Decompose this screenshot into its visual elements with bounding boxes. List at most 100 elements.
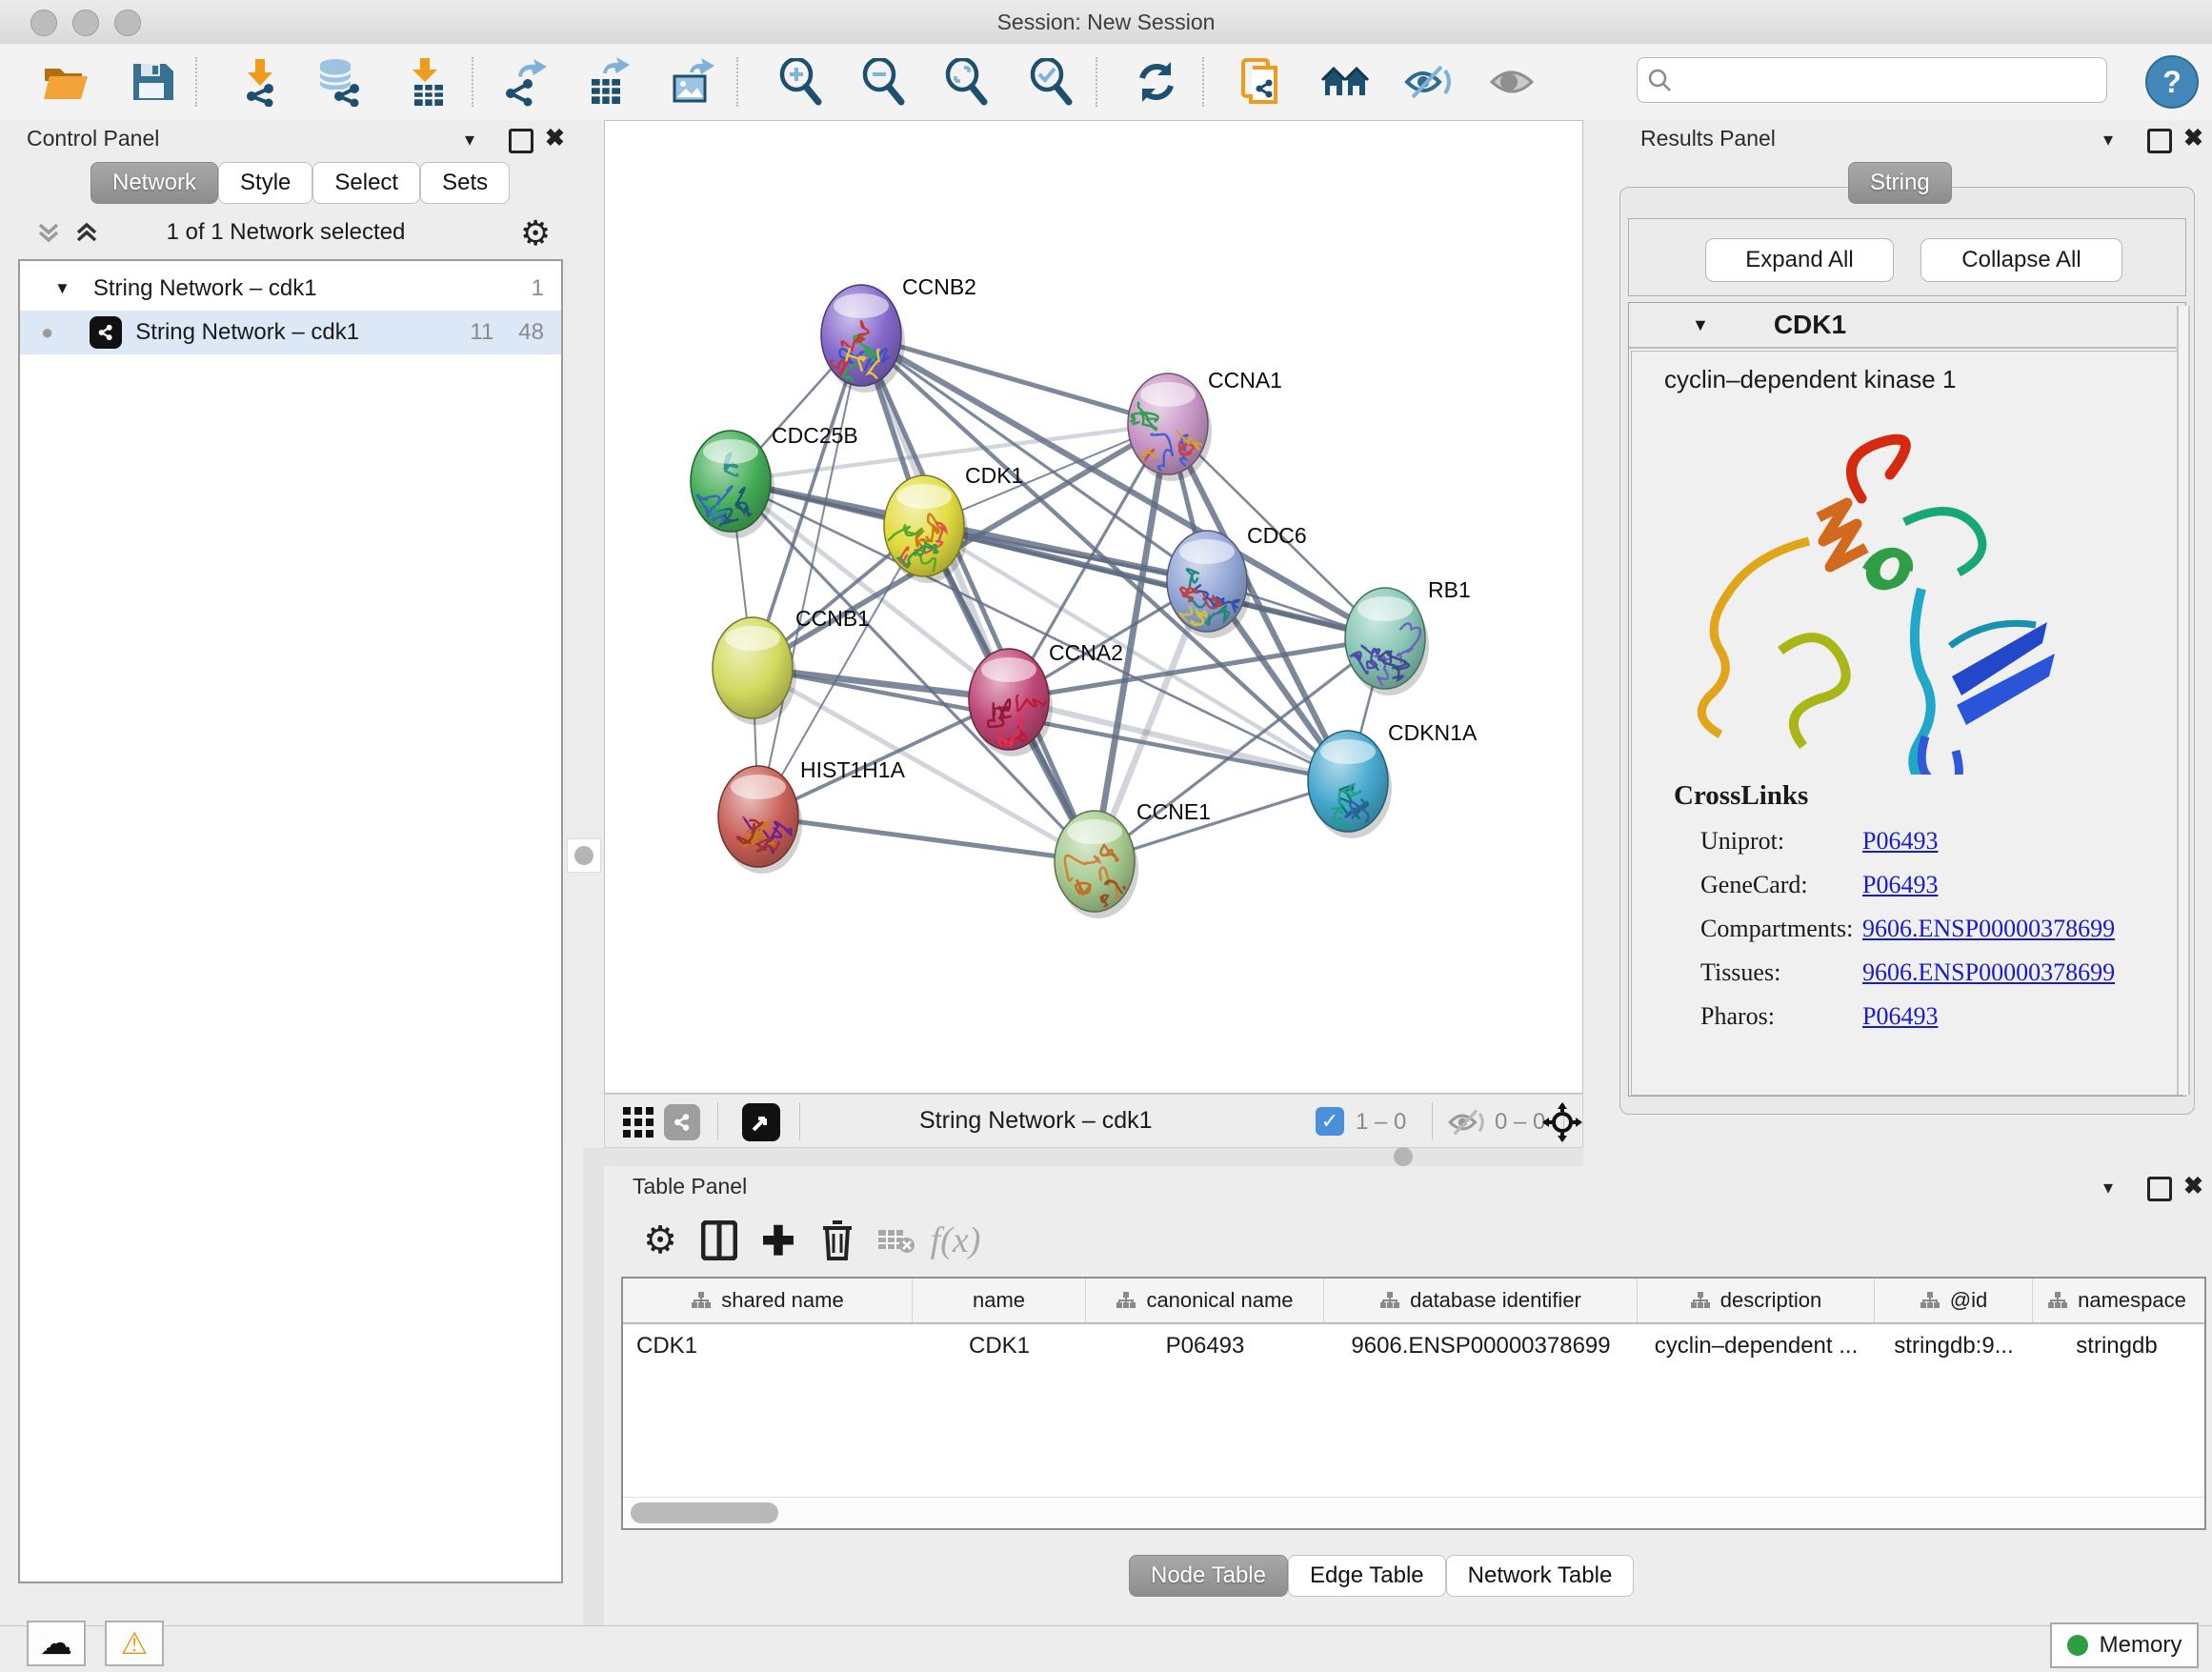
column-header-namespace[interactable]: namespace bbox=[2033, 1279, 2201, 1322]
expand-all-networks-icon[interactable] bbox=[72, 219, 101, 246]
table-panel-close-icon[interactable]: ✖ bbox=[2183, 1172, 2203, 1200]
protein-structure-image bbox=[1666, 408, 2095, 775]
network-column-icon bbox=[1690, 1291, 1711, 1310]
automation-status-button[interactable]: ☁ bbox=[27, 1621, 86, 1666]
uniprot-link[interactable]: P06493 bbox=[1862, 827, 1938, 856]
clone-network-button[interactable] bbox=[1234, 55, 1289, 109]
splitter-handle-dot[interactable] bbox=[1394, 1147, 1413, 1166]
tab-sets[interactable]: Sets bbox=[420, 162, 510, 204]
tissues-link[interactable]: 9606.ENSP00000378699 bbox=[1862, 958, 2115, 987]
table-panel-float-icon[interactable] bbox=[2147, 1177, 2172, 1201]
export-table-button[interactable] bbox=[580, 55, 635, 109]
hidden-eye-slash-icon[interactable] bbox=[1447, 1106, 1487, 1138]
control-panel-menu-icon[interactable]: ▾ bbox=[465, 128, 474, 151]
export-network-button[interactable] bbox=[497, 55, 553, 109]
tab-network[interactable]: Network bbox=[90, 162, 218, 204]
cloud-icon: ☁ bbox=[40, 1624, 72, 1662]
left-panel-splitter[interactable] bbox=[564, 120, 604, 1148]
results-scrollbar[interactable] bbox=[2177, 306, 2190, 1095]
cell-at-id[interactable]: stringdb:9... bbox=[1875, 1333, 2033, 1360]
show-columns-button[interactable] bbox=[690, 1214, 749, 1267]
left-splitter-handle[interactable] bbox=[567, 838, 601, 873]
control-panel-title: Control Panel bbox=[27, 126, 159, 151]
column-header-description[interactable]: description bbox=[1638, 1279, 1875, 1322]
fit-network-crosshair-icon[interactable] bbox=[1542, 1102, 1582, 1142]
zoom-in-button[interactable] bbox=[774, 55, 829, 109]
selected-checkbox-icon[interactable]: ✓ bbox=[1316, 1107, 1344, 1136]
open-session-button[interactable] bbox=[38, 55, 93, 109]
column-header-database-identifier[interactable]: database identifier bbox=[1324, 1279, 1638, 1322]
warnings-button[interactable]: ⚠ bbox=[105, 1621, 164, 1666]
tree-expand-icon[interactable]: ▼ bbox=[54, 279, 70, 298]
tab-select[interactable]: Select bbox=[312, 162, 420, 204]
network-edge-count: 48 bbox=[518, 319, 544, 346]
table-panel-menu-icon[interactable]: ▾ bbox=[2103, 1176, 2113, 1199]
network-graph[interactable]: CCNB2CCNA1CDC25BCDK1CDC6RB1CCNB1CCNA2CDK… bbox=[605, 121, 1582, 1093]
delete-column-button[interactable] bbox=[808, 1214, 867, 1267]
search-input[interactable] bbox=[1681, 60, 2106, 100]
memory-button[interactable]: Memory bbox=[2050, 1622, 2199, 1668]
expand-all-button[interactable]: Expand All bbox=[1705, 238, 1894, 282]
results-panel-float-icon[interactable] bbox=[2147, 129, 2172, 153]
tab-edge-table[interactable]: Edge Table bbox=[1288, 1555, 1446, 1597]
grid-view-icon[interactable] bbox=[622, 1106, 654, 1138]
string-home-button[interactable] bbox=[1318, 55, 1374, 109]
function-builder-button[interactable]: f(x) bbox=[926, 1214, 985, 1267]
tab-string[interactable]: String bbox=[1848, 162, 1952, 204]
genecard-link[interactable]: P06493 bbox=[1862, 871, 1938, 899]
import-network-file-button[interactable] bbox=[231, 55, 287, 109]
show-all-button[interactable] bbox=[1484, 55, 1539, 109]
table-toolbar: ⚙ ✚ f(x) bbox=[631, 1214, 985, 1267]
hscrollbar-thumb[interactable] bbox=[631, 1502, 778, 1523]
table-hscrollbar[interactable] bbox=[623, 1497, 2204, 1528]
collapse-all-networks-icon[interactable] bbox=[34, 219, 63, 246]
table-row[interactable]: CDK1 CDK1 P06493 9606.ENSP00000378699 cy… bbox=[623, 1324, 2204, 1368]
birdseye-view-icon[interactable] bbox=[742, 1103, 780, 1141]
network-row[interactable]: ● String Network – cdk1 11 48 bbox=[20, 311, 561, 354]
column-header-canonical-name[interactable]: canonical name bbox=[1086, 1279, 1324, 1322]
hide-selected-button[interactable] bbox=[1401, 55, 1457, 109]
delete-table-button[interactable] bbox=[867, 1214, 926, 1267]
hidden-count: 0 – 0 bbox=[1495, 1109, 1545, 1136]
clone-documents-icon bbox=[1239, 56, 1283, 108]
column-header-name[interactable]: name bbox=[913, 1279, 1086, 1322]
column-header-at-id[interactable]: @id bbox=[1875, 1279, 2033, 1322]
tab-network-table[interactable]: Network Table bbox=[1446, 1555, 1635, 1597]
tab-style[interactable]: Style bbox=[218, 162, 312, 204]
cell-shared-name[interactable]: CDK1 bbox=[623, 1333, 913, 1360]
zoom-selected-button[interactable] bbox=[1024, 55, 1079, 109]
table-settings-button[interactable]: ⚙ bbox=[631, 1214, 690, 1267]
gear-icon[interactable]: ⚙ bbox=[520, 213, 551, 253]
network-collection-row[interactable]: ▼ String Network – cdk1 1 bbox=[20, 267, 561, 311]
cell-canonical-name[interactable]: P06493 bbox=[1086, 1333, 1324, 1360]
cell-description[interactable]: cyclin–dependent ... bbox=[1638, 1333, 1875, 1360]
network-canvas[interactable]: CCNB2CCNA1CDC25BCDK1CDC6RB1CCNB1CCNA2CDK… bbox=[604, 120, 1583, 1094]
update-network-button[interactable] bbox=[1129, 55, 1184, 109]
cell-namespace[interactable]: stringdb bbox=[2033, 1333, 2201, 1360]
help-button[interactable]: ? bbox=[2145, 55, 2199, 109]
zoom-out-icon bbox=[861, 58, 907, 106]
tab-node-table[interactable]: Node Table bbox=[1129, 1555, 1288, 1597]
cell-database-identifier[interactable]: 9606.ENSP00000378699 bbox=[1324, 1333, 1638, 1360]
node-table: shared name name canonical name database… bbox=[621, 1277, 2206, 1530]
import-table-file-button[interactable] bbox=[399, 55, 454, 109]
results-panel-close-icon[interactable]: ✖ bbox=[2183, 124, 2203, 152]
zoom-out-button[interactable] bbox=[856, 55, 912, 109]
gene-section-header[interactable]: ▼ CDK1 bbox=[1629, 303, 2185, 349]
cell-name[interactable]: CDK1 bbox=[913, 1333, 1086, 1360]
save-session-button[interactable] bbox=[124, 55, 179, 109]
zoom-fit-button[interactable] bbox=[939, 55, 995, 109]
control-panel-float-icon[interactable] bbox=[509, 129, 533, 153]
compartments-link[interactable]: 9606.ENSP00000378699 bbox=[1862, 915, 2115, 943]
status-separator bbox=[717, 1102, 718, 1140]
create-column-button[interactable]: ✚ bbox=[749, 1214, 808, 1267]
section-collapse-icon[interactable]: ▼ bbox=[1692, 315, 1709, 335]
pharos-link[interactable]: P06493 bbox=[1862, 1002, 1938, 1031]
collapse-all-button[interactable]: Collapse All bbox=[1920, 238, 2122, 282]
results-panel-menu-icon[interactable]: ▾ bbox=[2103, 128, 2113, 151]
column-header-shared-name[interactable]: shared name bbox=[623, 1279, 913, 1322]
export-image-button[interactable] bbox=[665, 55, 720, 109]
control-panel-close-icon[interactable]: ✖ bbox=[545, 124, 565, 152]
import-network-database-button[interactable] bbox=[312, 55, 367, 109]
network-view-icon[interactable] bbox=[664, 1104, 700, 1140]
